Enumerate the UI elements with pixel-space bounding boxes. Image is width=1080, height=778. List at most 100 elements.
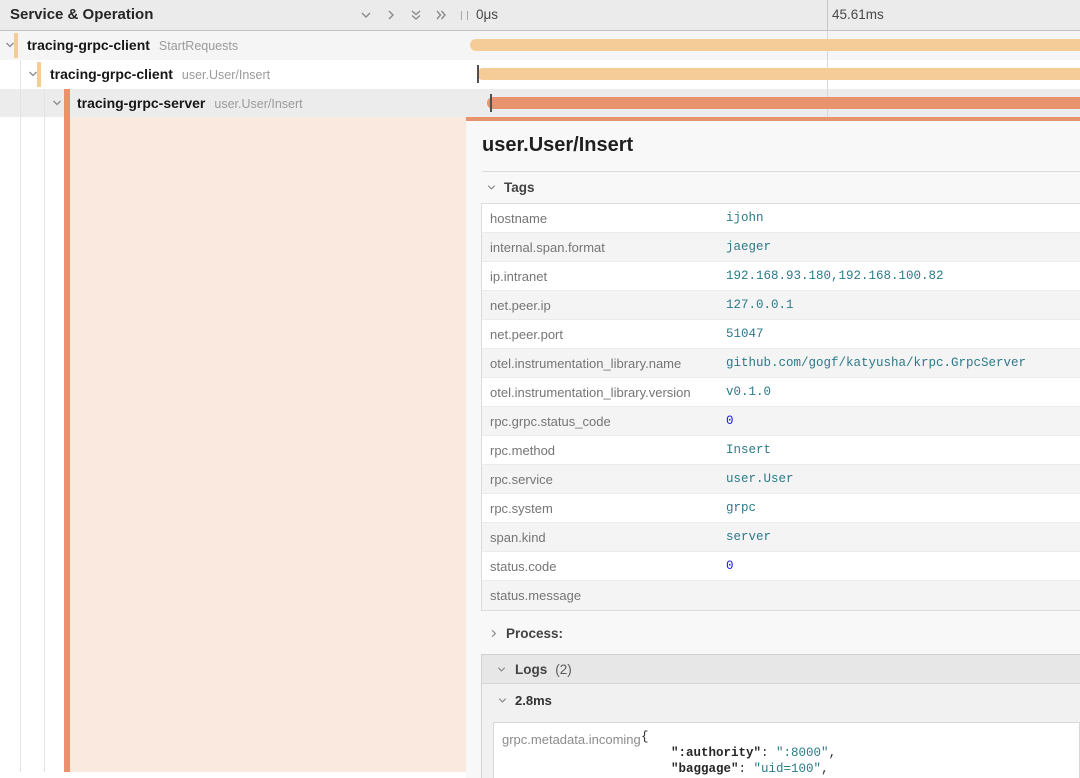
operation-name: user.User/Insert <box>214 97 302 111</box>
log-entry-header[interactable]: 2.8ms <box>497 693 1080 708</box>
tag-value: Insert <box>726 443 771 457</box>
tag-value: 192.168.93.180,192.168.100.82 <box>726 269 944 283</box>
tag-value: 127.0.0.1 <box>726 298 794 312</box>
tag-key: rpc.service <box>482 472 726 487</box>
indent-guide <box>20 117 21 772</box>
service-name: tracing-grpc-clientStartRequests <box>27 31 238 61</box>
log-field-key: grpc.metadata.incoming <box>502 732 641 747</box>
span-start-tick <box>490 94 492 112</box>
tag-key: otel.instrumentation_library.name <box>482 356 726 371</box>
divider <box>482 171 1080 172</box>
log-json: { ":authority": ":8000", "baggage": "uid… <box>641 729 836 777</box>
chevron-down-icon[interactable] <box>51 97 63 109</box>
log-field-row: grpc.metadata.incoming { ":authority": "… <box>493 722 1080 778</box>
logs-section-header[interactable]: Logs (2) <box>482 655 1080 684</box>
tags-section-label: Tags <box>504 180 535 195</box>
ruler-tick-line <box>827 0 828 30</box>
chevron-down-icon <box>497 695 508 706</box>
ruler-tick-1: 45.61ms <box>832 0 884 30</box>
tag-row: net.peer.ip127.0.0.1 <box>482 291 1080 320</box>
process-section-label: Process: <box>506 626 563 641</box>
chevron-down-icon <box>486 182 497 193</box>
tag-row: otel.instrumentation_library.namegithub.… <box>482 349 1080 378</box>
indent-guide <box>44 117 45 772</box>
tags-section-header[interactable]: Tags <box>486 180 535 195</box>
tag-value: server <box>726 530 771 544</box>
indent-guide <box>44 89 45 117</box>
span-bar[interactable] <box>487 97 1080 109</box>
span-detail-panel: user.User/Insert Tags hostnameijohninter… <box>466 121 1080 778</box>
tag-key: net.peer.port <box>482 327 726 342</box>
logs-section-label: Logs <box>515 662 547 677</box>
tag-row: ip.intranet192.168.93.180,192.168.100.82 <box>482 262 1080 291</box>
tag-value: 0 <box>726 559 734 573</box>
span-detail-title: user.User/Insert <box>482 134 633 157</box>
tag-value: ijohn <box>726 211 764 225</box>
tag-key: otel.instrumentation_library.version <box>482 385 726 400</box>
chevron-down-icon <box>359 8 373 22</box>
span-color-bar <box>14 33 18 58</box>
span-color-bar <box>64 89 70 117</box>
tag-value: v0.1.0 <box>726 385 771 399</box>
tag-row: rpc.systemgrpc <box>482 494 1080 523</box>
tag-row: status.code0 <box>482 552 1080 581</box>
tag-key: internal.span.format <box>482 240 726 255</box>
process-section-header[interactable]: Process: <box>488 626 563 641</box>
tag-value: user.User <box>726 472 794 486</box>
tag-row: rpc.grpc.status_code0 <box>482 407 1080 436</box>
span-start-tick <box>477 65 479 83</box>
tag-key: span.kind <box>482 530 726 545</box>
service-name: tracing-grpc-serveruser.User/Insert <box>77 89 303 118</box>
chevron-right-icon <box>384 8 398 22</box>
tag-row: span.kindserver <box>482 523 1080 552</box>
trace-view: Service & Operation 0μs 45.61ms tracing-… <box>0 0 1080 778</box>
tag-key: rpc.grpc.status_code <box>482 414 726 429</box>
tag-value: 51047 <box>726 327 764 341</box>
chevron-down-icon <box>496 664 507 675</box>
tag-value: grpc <box>726 501 756 515</box>
selected-span-tint <box>70 117 466 772</box>
tag-key: net.peer.ip <box>482 298 726 313</box>
indent-guide <box>20 89 21 117</box>
tag-row: rpc.serviceuser.User <box>482 465 1080 494</box>
tag-value: github.com/gogf/katyusha/krpc.GrpcServer <box>726 356 1026 370</box>
logs-section: Logs (2) 2.8ms grpc.metadata.incoming { … <box>481 654 1080 778</box>
tags-table: hostnameijohninternal.span.formatjaegeri… <box>481 203 1080 611</box>
collapse-all-button[interactable] <box>433 7 449 23</box>
double-chevron-right-icon <box>434 8 448 22</box>
timeline-header: Service & Operation 0μs 45.61ms <box>0 0 1080 31</box>
span-bar[interactable] <box>477 68 1080 80</box>
tag-row: net.peer.port51047 <box>482 320 1080 349</box>
double-chevron-down-icon <box>409 8 423 22</box>
service-name: tracing-grpc-clientuser.User/Insert <box>50 60 270 90</box>
expand-all-button[interactable] <box>408 7 424 23</box>
tag-key: rpc.method <box>482 443 726 458</box>
selected-span-left-column <box>0 117 466 772</box>
indent-guide <box>20 60 21 89</box>
span-bar[interactable] <box>470 39 1080 51</box>
chevron-right-icon <box>488 628 499 639</box>
operation-name: user.User/Insert <box>182 68 270 82</box>
logs-count: (2) <box>555 662 572 677</box>
tag-value: jaeger <box>726 240 771 254</box>
tag-row: otel.instrumentation_library.versionv0.1… <box>482 378 1080 407</box>
ruler-tick-0: 0μs <box>476 0 498 30</box>
collapse-controls <box>358 0 449 30</box>
tag-key: status.message <box>482 588 726 603</box>
tag-key: rpc.system <box>482 501 726 516</box>
tag-row: internal.span.formatjaeger <box>482 233 1080 262</box>
tag-value: 0 <box>726 414 734 428</box>
tag-row: rpc.methodInsert <box>482 436 1080 465</box>
tag-key: status.code <box>482 559 726 574</box>
panel-resize-handle[interactable] <box>461 11 468 20</box>
tag-key: ip.intranet <box>482 269 726 284</box>
expand-one-button[interactable] <box>358 7 374 23</box>
operation-name: StartRequests <box>159 39 238 53</box>
log-timestamp: 2.8ms <box>515 693 552 708</box>
tag-row: hostnameijohn <box>482 204 1080 233</box>
service-operation-title: Service & Operation <box>10 0 153 30</box>
tag-key: hostname <box>482 211 726 226</box>
tag-row: status.message <box>482 581 1080 610</box>
collapse-one-button[interactable] <box>383 7 399 23</box>
span-color-bar <box>37 62 41 87</box>
